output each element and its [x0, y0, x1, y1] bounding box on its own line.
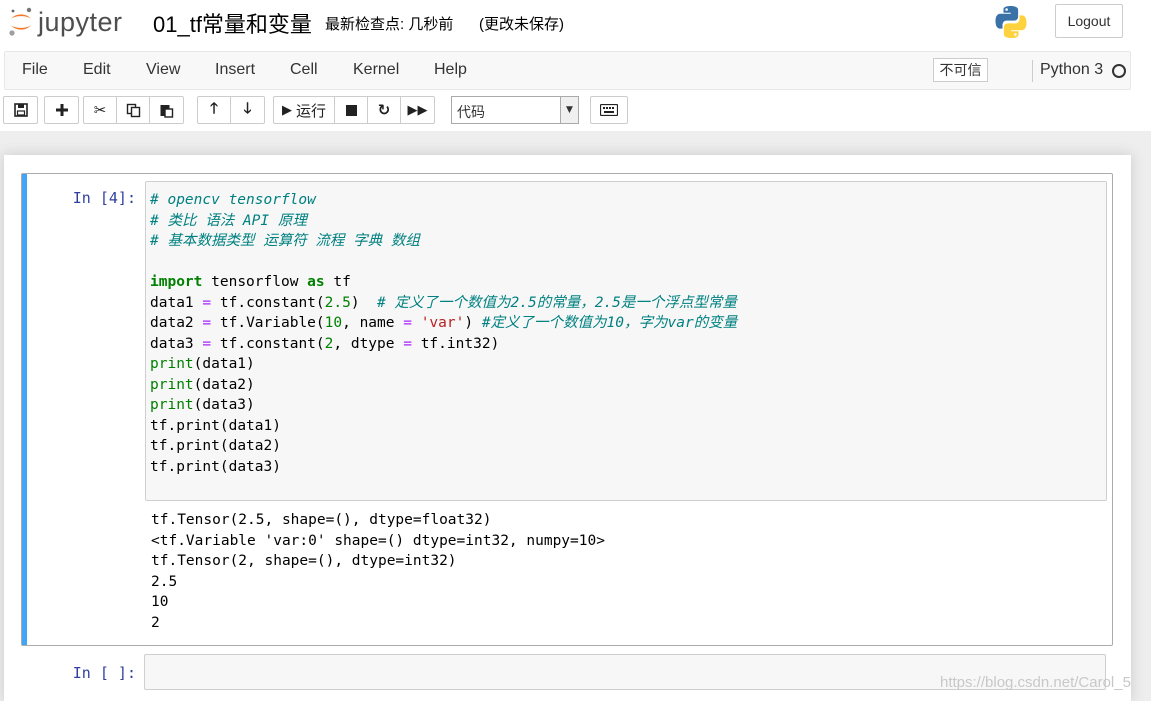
kernel-name: Python 3	[1040, 61, 1104, 78]
stop-icon	[345, 104, 357, 116]
output-line: tf.Tensor(2.5, shape=(), dtype=float32)	[151, 512, 492, 528]
cell-output: tf.Tensor(2.5, shape=(), dtype=float32) …	[151, 510, 605, 633]
logout-button[interactable]: Logout	[1055, 4, 1123, 38]
output-line: <tf.Variable 'var:0' shape=() dtype=int3…	[151, 532, 605, 549]
notebook-header: jupyter 01_tf常量和变量 最新检查点: 几秒前 (更改未保存) Lo…	[0, 0, 1151, 131]
arrow-up-icon: 🡑	[210, 98, 218, 117]
code-line: data1 = tf.constant(2.5) # 定义了一个数值为2.5的常…	[150, 294, 737, 311]
move-down-button[interactable]: 🡓	[231, 97, 264, 123]
paste-icon	[160, 104, 174, 118]
save-group	[3, 96, 38, 124]
code-line: print(data2)	[150, 376, 255, 393]
menu-edit[interactable]: Edit	[83, 61, 111, 79]
python-logo-icon	[993, 4, 1029, 40]
keyboard-group	[590, 96, 628, 124]
menu-help[interactable]: Help	[434, 61, 467, 79]
run-label: 运行	[296, 101, 327, 120]
restart-icon: ↻	[377, 101, 391, 119]
run-button[interactable]: ▶ 运行	[274, 97, 336, 123]
insert-cell-button[interactable]	[45, 97, 78, 123]
output-line: 10	[151, 594, 169, 610]
code-cell-selected[interactable]: In [4]: # opencv tensorflow # 类比 语法 API …	[21, 173, 1113, 646]
selected-cell-indicator	[22, 174, 27, 645]
code-line: print(data1)	[150, 356, 255, 372]
cell-type-value: 代码	[457, 105, 485, 121]
kernel-divider	[1032, 60, 1033, 82]
jupyter-logo-icon	[8, 5, 34, 39]
trust-notebook-button[interactable]: 不可信	[933, 58, 988, 82]
move-up-button[interactable]: 🡑	[198, 97, 231, 123]
code-editor[interactable]: # opencv tensorflow # 类比 语法 API 原理 # 基本数…	[145, 181, 1107, 501]
arrow-down-icon: 🡓	[243, 98, 252, 117]
code-line: # opencv tensorflow	[150, 192, 316, 208]
restart-run-all-button[interactable]: ▶▶	[401, 97, 434, 123]
keyboard-icon	[600, 104, 618, 116]
menu-insert[interactable]: Insert	[215, 61, 255, 79]
code-line: data3 = tf.constant(2, dtype = tf.int32)	[150, 335, 500, 352]
code-line: tf.print(data3)	[150, 458, 281, 475]
edit-group: ✂	[83, 96, 184, 124]
save-button[interactable]	[4, 97, 37, 123]
menu-kernel[interactable]: Kernel	[353, 61, 399, 79]
autosave-status: (更改未保存)	[479, 16, 564, 33]
insert-group	[44, 96, 79, 124]
toolbar: ✂ 🡑 🡓 ▶ 运行 ↻ ▶▶ 代码 ▼	[0, 96, 1151, 126]
menu-view[interactable]: View	[146, 61, 180, 79]
input-prompt: In [4]:	[72, 189, 136, 207]
notebook-title[interactable]: 01_tf常量和变量	[153, 7, 312, 39]
code-line: data2 = tf.Variable(10, name = 'var') #定…	[150, 315, 738, 331]
watermark: https://blog.csdn.net/Carol_5	[940, 674, 1131, 691]
move-group: 🡑 🡓	[197, 96, 265, 124]
cell-type-select[interactable]: 代码 ▼	[451, 96, 579, 124]
empty-cell-prompt: In [ ]:	[72, 664, 136, 682]
copy-icon	[126, 103, 140, 117]
kernel-idle-icon	[1112, 64, 1126, 78]
notebook-container: In [4]: # opencv tensorflow # 类比 语法 API …	[4, 155, 1131, 701]
code-line: tf.print(data1)	[150, 417, 281, 434]
scissors-icon: ✂	[93, 101, 107, 119]
interrupt-button[interactable]	[335, 97, 369, 123]
code-line: import tensorflow as tf	[150, 274, 351, 290]
code-line: print(data3)	[150, 397, 255, 413]
code-line: tf.print(data2)	[150, 438, 281, 454]
menubar: File Edit View Insert Cell Kernel Help 不…	[4, 51, 1131, 90]
run-group: ▶ 运行 ↻ ▶▶	[273, 96, 436, 124]
fast-forward-icon: ▶▶	[407, 102, 428, 118]
command-palette-button[interactable]	[591, 97, 627, 123]
jupyter-logo-text: jupyter	[38, 6, 123, 37]
code-line: # 类比 语法 API 原理	[150, 212, 307, 229]
menu-cell[interactable]: Cell	[290, 61, 318, 79]
code-lines: # opencv tensorflow # 类比 语法 API 原理 # 基本数…	[150, 190, 737, 477]
checkpoint-status: 最新检查点: 几秒前	[325, 16, 454, 33]
restart-button[interactable]: ↻	[368, 97, 402, 123]
copy-button[interactable]	[117, 97, 150, 123]
jupyter-logo[interactable]: jupyter	[8, 4, 123, 40]
output-line: 2.5	[151, 573, 178, 590]
chevron-down-icon: ▼	[560, 97, 578, 123]
cut-button[interactable]: ✂	[84, 97, 117, 123]
output-line: 2	[151, 614, 160, 631]
code-line: # 基本数据类型 运算符 流程 字典 数组	[150, 233, 420, 249]
plus-icon	[55, 104, 68, 116]
save-icon	[13, 103, 28, 117]
play-icon: ▶	[282, 102, 292, 118]
output-line: tf.Tensor(2, shape=(), dtype=int32)	[151, 553, 457, 569]
paste-button[interactable]	[150, 97, 183, 123]
menu-file[interactable]: File	[22, 61, 48, 79]
